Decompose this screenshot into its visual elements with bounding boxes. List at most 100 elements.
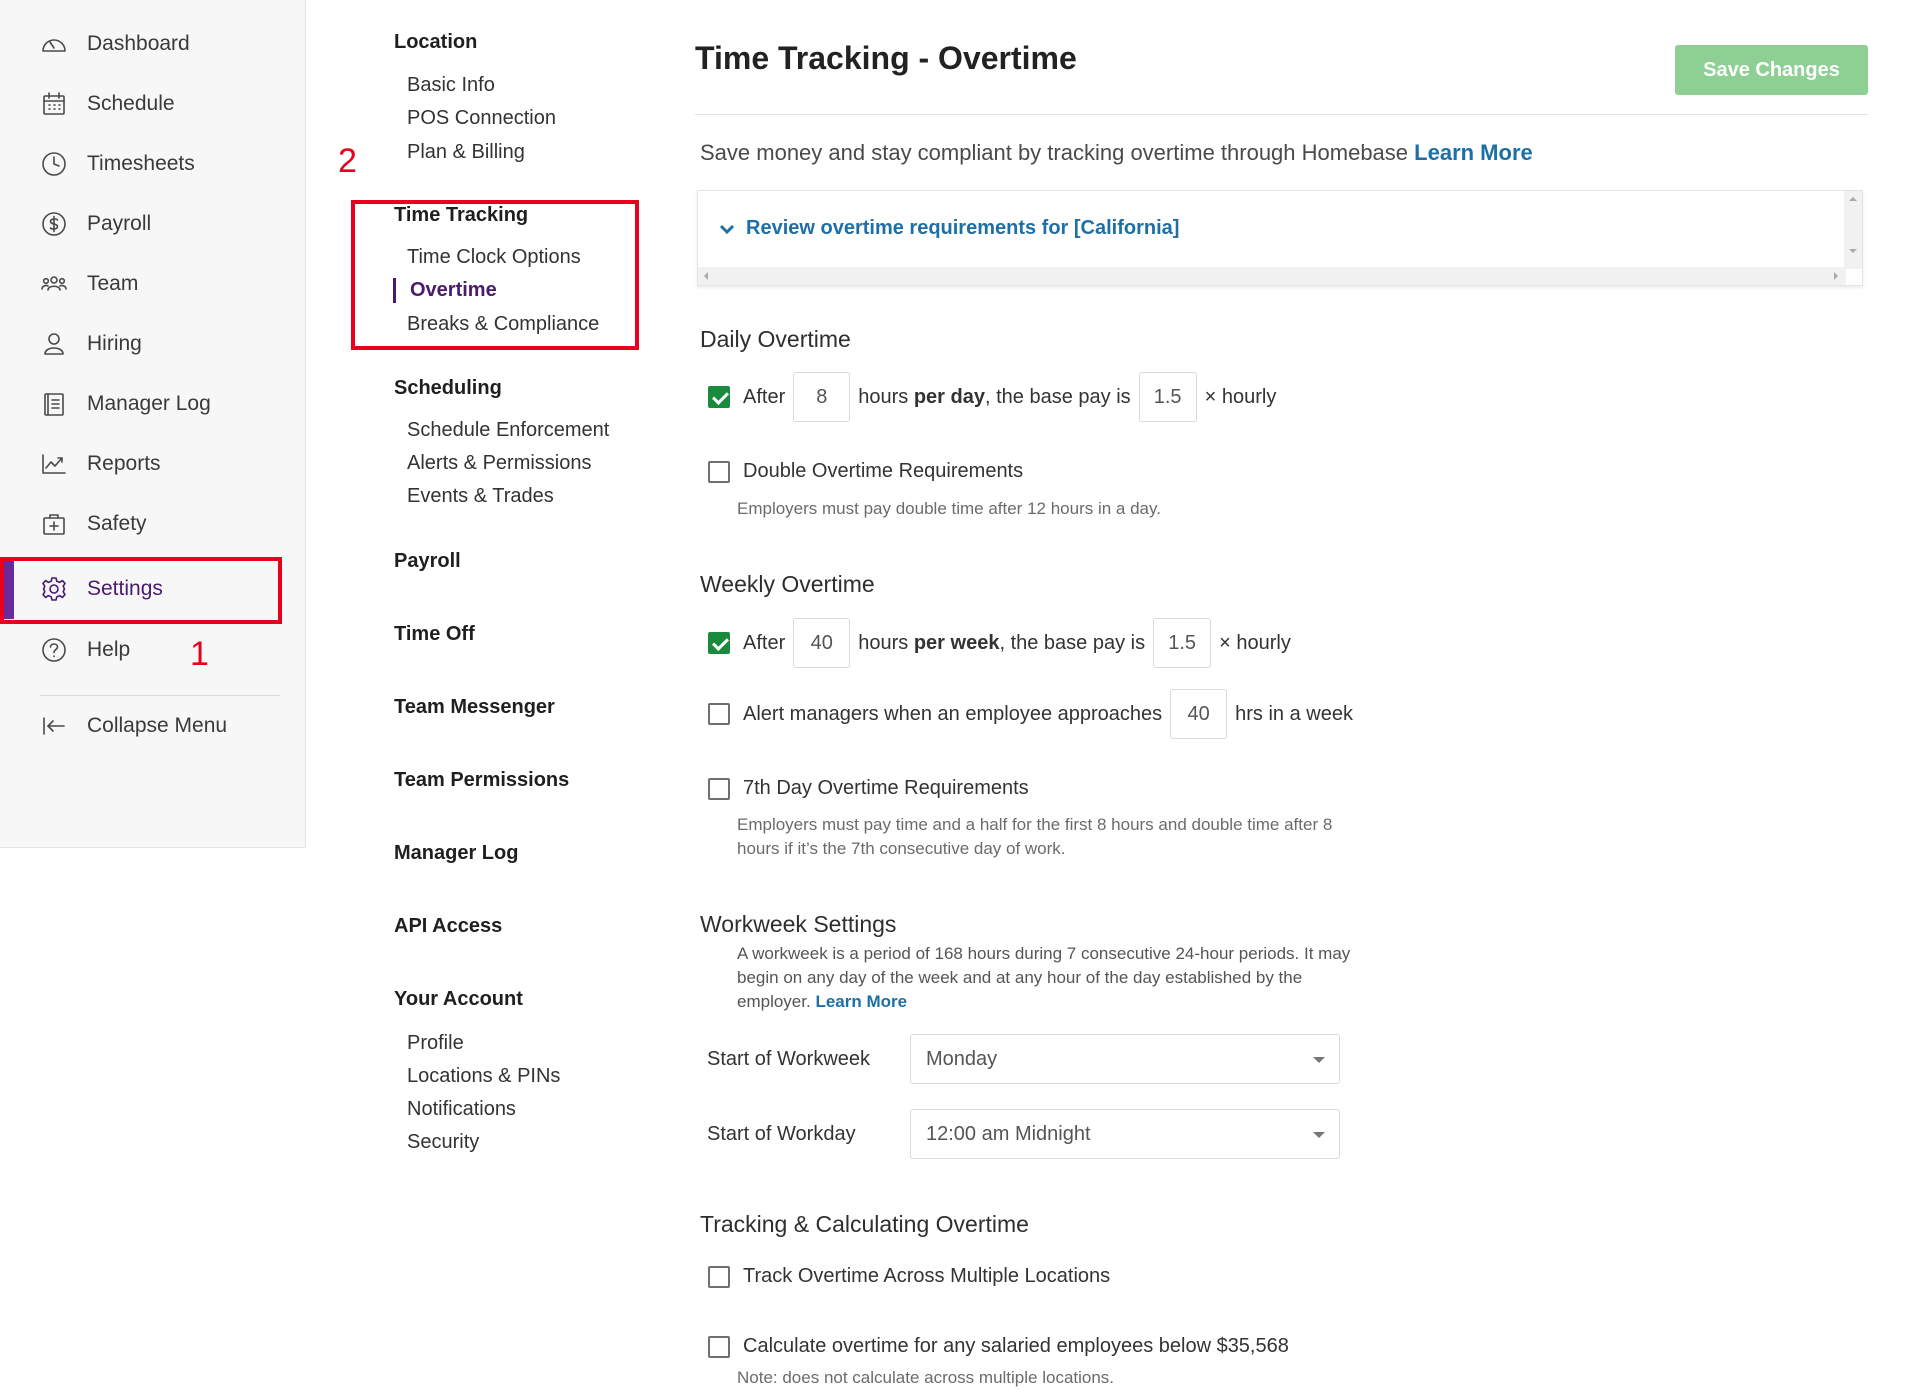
caret-down-icon — [1313, 1057, 1325, 1063]
track-multiple-locations-checkbox[interactable] — [708, 1265, 730, 1288]
daily-overtime-title: Daily Overtime — [700, 326, 851, 352]
subnav-heading-team-messenger[interactable]: Team Messenger — [394, 696, 555, 719]
double-overtime-checkbox[interactable] — [708, 460, 730, 483]
salaried-employees-checkbox[interactable] — [708, 1335, 730, 1358]
help-icon — [40, 636, 68, 664]
subnav-heading-scheduling[interactable]: Scheduling — [394, 377, 502, 400]
subnav-item-schedule-enforcement[interactable]: Schedule Enforcement — [407, 419, 609, 442]
sidebar-item-schedule[interactable]: Schedule — [0, 74, 306, 134]
double-overtime-label: Double Overtime Requirements — [743, 460, 1024, 482]
subnav-item-alerts-permissions[interactable]: Alerts & Permissions — [407, 452, 592, 475]
first-aid-icon — [40, 510, 68, 538]
vertical-scrollbar[interactable] — [1844, 191, 1862, 269]
alert-managers-label: Alert managers when an employee approach… — [743, 702, 1163, 725]
seventh-day-row: 7th Day Overtime Requirements — [708, 777, 1029, 800]
alert-managers-row: Alert managers when an employee approach… — [708, 689, 1353, 739]
tracking-overtime-title: Tracking & Calculating Overtime — [700, 1211, 1029, 1237]
sidebar-item-help[interactable]: Help — [0, 620, 306, 680]
subnav-item-plan-billing[interactable]: Plan & Billing — [407, 141, 525, 164]
scroll-right-icon — [1834, 272, 1842, 280]
salaried-note: Note: does not calculate across multiple… — [737, 1368, 1115, 1387]
start-of-workweek-select[interactable]: Monday — [910, 1034, 1340, 1084]
sidebar-item-label: Help — [87, 638, 131, 661]
alert-hours-input[interactable] — [1170, 689, 1228, 739]
sidebar-item-payroll[interactable]: Payroll — [0, 194, 306, 254]
caret-down-icon — [1313, 1132, 1325, 1138]
review-requirements-panel: Review overtime requirements for [Califo… — [697, 190, 1863, 286]
subnav-heading-api-access[interactable]: API Access — [394, 915, 502, 938]
annotation-number-1: 1 — [190, 635, 209, 673]
collapse-menu-label: Collapse Menu — [87, 714, 228, 737]
salaried-employees-row: Calculate overtime for any salaried empl… — [708, 1335, 1289, 1358]
save-changes-button[interactable]: Save Changes — [1675, 45, 1868, 95]
subnav-heading-time-tracking[interactable]: Time Tracking — [394, 204, 528, 227]
subnav-item-time-clock-options[interactable]: Time Clock Options — [407, 246, 581, 269]
sidebar-item-label: Timesheets — [87, 152, 195, 175]
weekly-rate-suffix: × hourly — [1219, 631, 1291, 654]
sidebar-item-reports[interactable]: Reports — [0, 434, 306, 494]
subnav-heading-location[interactable]: Location — [394, 31, 477, 54]
subnav-heading-your-account[interactable]: Your Account — [394, 988, 523, 1011]
weekly-overtime-checkbox[interactable] — [708, 632, 730, 654]
weekly-rate-input[interactable] — [1153, 618, 1212, 668]
daily-rate-input[interactable] — [1138, 372, 1197, 422]
daily-overtime-checkbox[interactable] — [708, 386, 730, 408]
scroll-left-icon — [700, 272, 708, 280]
sidebar-item-manager-log[interactable]: Manager Log — [0, 374, 306, 434]
subnav-heading-payroll[interactable]: Payroll — [394, 550, 461, 573]
start-of-workweek-value: Monday — [926, 1047, 998, 1070]
subnav-heading-manager-log[interactable]: Manager Log — [394, 842, 518, 865]
collapse-menu-button[interactable]: Collapse Menu — [0, 696, 306, 756]
dashboard-icon — [40, 30, 68, 58]
alert-managers-checkbox[interactable] — [708, 703, 730, 725]
seventh-day-checkbox[interactable] — [708, 777, 730, 800]
subnav-item-pos-connection[interactable]: POS Connection — [407, 107, 556, 130]
dollar-icon — [40, 210, 68, 238]
track-multiple-locations-row: Track Overtime Across Multiple Locations — [708, 1265, 1110, 1288]
workweek-note: A workweek is a period of 168 hours duri… — [737, 944, 1351, 1011]
sidebar-item-label: Payroll — [87, 212, 152, 235]
sidebar-item-label: Safety — [87, 512, 147, 535]
subnav-item-notifications[interactable]: Notifications — [407, 1098, 516, 1121]
subnav-item-breaks-compliance[interactable]: Breaks & Compliance — [407, 313, 599, 336]
calendar-icon — [40, 90, 68, 118]
subnav-item-security[interactable]: Security — [407, 1131, 479, 1154]
annotation-box-settings — [0, 557, 282, 624]
workweek-learn-more-link[interactable]: Learn More — [815, 992, 907, 1011]
logbook-icon — [40, 390, 68, 418]
intro-learn-more-link[interactable]: Learn More — [1414, 140, 1533, 165]
subnav-heading-team-permissions[interactable]: Team Permissions — [394, 769, 569, 792]
sidebar: Dashboard Schedule Timesheets Payroll Te… — [0, 0, 306, 848]
chevron-down-icon — [719, 224, 735, 234]
person-icon — [40, 330, 68, 358]
sidebar-item-hiring[interactable]: Hiring — [0, 314, 306, 374]
weekly-overtime-title: Weekly Overtime — [700, 571, 875, 597]
chart-icon — [40, 450, 68, 478]
daily-after-label: After — [743, 385, 786, 408]
weekly-after-label: After — [743, 631, 786, 654]
subnav-heading-time-off[interactable]: Time Off — [394, 623, 475, 646]
subnav-item-profile[interactable]: Profile — [407, 1032, 464, 1055]
subnav-item-locations-pins[interactable]: Locations & PINs — [407, 1065, 560, 1088]
sidebar-item-dashboard[interactable]: Dashboard — [0, 14, 306, 74]
intro-text: Save money and stay compliant by trackin… — [700, 140, 1533, 166]
sidebar-item-safety[interactable]: Safety — [0, 494, 306, 554]
horizontal-scrollbar[interactable] — [698, 267, 1846, 285]
daily-hours-input[interactable] — [793, 372, 851, 422]
title-divider — [695, 114, 1868, 115]
start-of-workday-select[interactable]: 12:00 am Midnight — [910, 1109, 1340, 1159]
page-title: Time Tracking - Overtime — [695, 40, 1077, 76]
weekly-overtime-row: After hours per week, the base pay is × … — [708, 618, 1291, 668]
sidebar-item-timesheets[interactable]: Timesheets — [0, 134, 306, 194]
seventh-day-note: Employers must pay time and a half for t… — [737, 815, 1333, 858]
scroll-up-icon — [1849, 193, 1857, 201]
weekly-hours-input[interactable] — [793, 618, 851, 668]
subnav-item-overtime[interactable]: Overtime — [410, 279, 497, 302]
subnav-item-basic-info[interactable]: Basic Info — [407, 74, 495, 97]
review-requirements-toggle[interactable]: Review overtime requirements for [Califo… — [718, 217, 1179, 240]
sidebar-item-label: Schedule — [87, 92, 175, 115]
intro-description: Save money and stay compliant by trackin… — [700, 140, 1409, 165]
subnav-item-events-trades[interactable]: Events & Trades — [407, 485, 554, 508]
workweek-settings-title: Workweek Settings — [700, 911, 897, 937]
sidebar-item-team[interactable]: Team — [0, 254, 306, 314]
